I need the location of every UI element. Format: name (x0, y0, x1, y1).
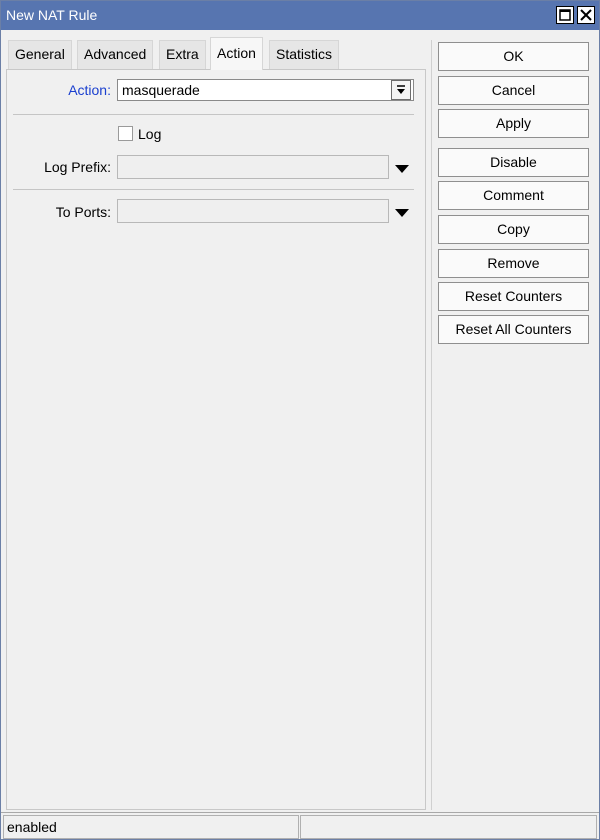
separator (13, 189, 414, 190)
reset-counters-button[interactable]: Reset Counters (438, 282, 589, 311)
title-bar[interactable]: New NAT Rule (1, 1, 599, 30)
window-title: New NAT Rule (6, 7, 98, 23)
tab-general[interactable]: General (8, 40, 72, 70)
log-checkbox[interactable] (118, 126, 133, 141)
log-label: Log (138, 126, 162, 142)
maximize-button[interactable] (556, 6, 574, 24)
nat-rule-window: New NAT Rule General Advanced Extra Acti… (0, 0, 600, 840)
ok-button[interactable]: OK (438, 42, 589, 71)
action-select[interactable]: masquerade (117, 79, 414, 101)
action-tab-panel (6, 69, 426, 810)
maximize-icon (559, 9, 571, 21)
disable-button[interactable]: Disable (438, 148, 589, 177)
panel-divider (431, 40, 432, 810)
cancel-button[interactable]: Cancel (438, 76, 589, 105)
status-bar: enabled (1, 812, 599, 839)
comment-button[interactable]: Comment (438, 181, 589, 210)
close-icon (580, 9, 592, 21)
action-value: masquerade (122, 82, 200, 98)
close-button[interactable] (577, 6, 595, 24)
tab-advanced[interactable]: Advanced (77, 40, 154, 70)
log-prefix-dropdown-icon[interactable] (395, 165, 409, 173)
status-extra (300, 815, 597, 839)
status-state: enabled (3, 815, 299, 839)
to-ports-label: To Ports: (55, 204, 111, 220)
tab-extra[interactable]: Extra (159, 40, 206, 70)
chevron-down-icon (397, 85, 405, 94)
apply-button[interactable]: Apply (438, 109, 589, 138)
remove-button[interactable]: Remove (438, 249, 589, 278)
action-label: Action: (68, 82, 111, 98)
to-ports-dropdown-icon[interactable] (395, 209, 409, 217)
tab-action[interactable]: Action (210, 37, 263, 70)
log-prefix-label: Log Prefix: (44, 159, 111, 175)
tab-statistics[interactable]: Statistics (269, 40, 340, 70)
action-dropdown-button[interactable] (391, 80, 411, 100)
separator (13, 114, 414, 115)
to-ports-input[interactable] (117, 199, 389, 223)
copy-button[interactable]: Copy (438, 215, 589, 244)
log-prefix-input[interactable] (117, 155, 389, 179)
reset-all-counters-button[interactable]: Reset All Counters (438, 315, 589, 344)
